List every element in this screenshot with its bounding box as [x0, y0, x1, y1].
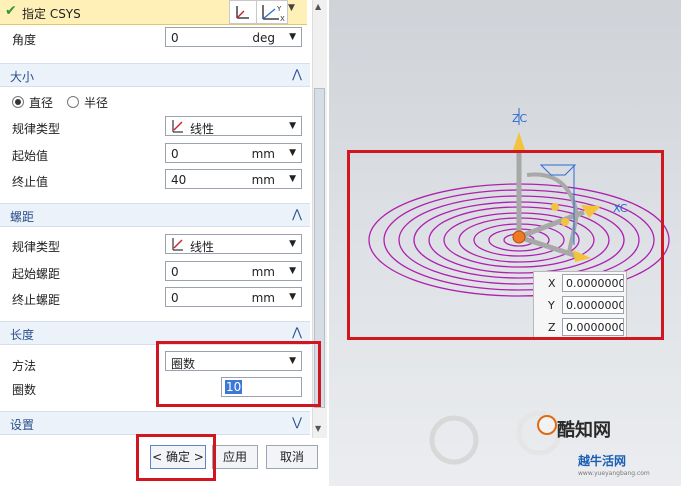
size-law-type-select[interactable]: 线性 ▼ — [165, 116, 302, 136]
svg-text:Y: Y — [276, 5, 282, 13]
watermark-logo — [429, 410, 562, 465]
angle-label: 角度 — [12, 33, 37, 47]
watermark-brand: 酷知网 — [557, 420, 611, 441]
chevron-down-icon: ▼ — [289, 266, 296, 276]
size-law-type-value: 线性 — [190, 122, 215, 136]
inferred-csys-button[interactable]: Y X — [256, 0, 288, 24]
apply-button[interactable]: 应用 — [212, 445, 258, 469]
highlight-ok-box — [136, 434, 216, 481]
pitch-start-label: 起始螺距 — [12, 267, 61, 281]
length-method-label: 方法 — [12, 359, 37, 373]
pitch-law-type-value: 线性 — [190, 240, 215, 254]
radio-diameter[interactable] — [12, 96, 24, 108]
scroll-up-icon[interactable]: ▲ — [315, 2, 321, 11]
size-end-unit: mm — [251, 173, 275, 187]
radio-radius-label: 半径 — [84, 96, 109, 110]
pitch-law-type-select[interactable]: 线性 ▼ — [165, 234, 302, 254]
linear-law-icon — [172, 238, 183, 251]
chevron-down-icon: ▼ — [289, 32, 296, 42]
size-end-value: 40 — [171, 173, 187, 187]
highlight-turns-box — [156, 341, 321, 407]
cancel-button[interactable]: 取消 — [266, 445, 318, 469]
chevron-down-icon: ⋁ — [292, 415, 302, 429]
pitch-start-field[interactable]: 0 mm ▼ — [165, 261, 302, 281]
size-start-value: 0 — [171, 147, 179, 161]
pitch-law-type-label: 规律类型 — [12, 240, 61, 254]
chevron-up-icon: ⋀ — [292, 67, 302, 81]
angle-unit: deg — [252, 31, 275, 45]
section-pitch-title: 螺距 — [10, 210, 35, 224]
csys-dialog-button[interactable] — [229, 0, 257, 24]
chevron-down-icon: ▼ — [289, 292, 296, 302]
helix-dialog: ✔ 指定 CSYS Y X ▼ 角度 0 deg ▼ 大小 ⋀ 直径 半径 规律… — [0, 0, 329, 486]
specify-csys-label: 指定 CSYS — [22, 7, 81, 21]
pitch-end-label: 终止螺距 — [12, 293, 61, 307]
chevron-up-icon: ⋀ — [292, 325, 302, 339]
scroll-down-icon[interactable]: ▼ — [315, 424, 321, 433]
section-settings-title: 设置 — [10, 418, 35, 432]
chevron-down-icon: ▼ — [289, 174, 296, 184]
pitch-start-unit: mm — [251, 265, 275, 279]
check-icon: ✔ — [5, 3, 17, 19]
axis-z-label: ZC — [512, 112, 528, 125]
size-law-type-label: 规律类型 — [12, 122, 61, 136]
highlight-graphics-box — [347, 150, 664, 340]
xy-axes-icon: Y X — [262, 5, 285, 23]
size-start-label: 起始值 — [12, 149, 49, 163]
radio-radius[interactable] — [67, 96, 79, 108]
section-size[interactable]: 大小 ⋀ — [0, 63, 310, 87]
pitch-start-value: 0 — [171, 265, 179, 279]
pitch-end-field[interactable]: 0 mm ▼ — [165, 287, 302, 307]
angle-value: 0 — [171, 31, 179, 45]
specify-csys-row[interactable]: ✔ 指定 CSYS Y X ▼ — [0, 0, 307, 25]
svg-text:X: X — [280, 15, 285, 23]
section-settings[interactable]: 设置 ⋁ — [0, 411, 310, 435]
size-end-label: 终止值 — [12, 175, 49, 189]
chevron-up-icon: ⋀ — [292, 207, 302, 221]
section-length-title: 长度 — [10, 328, 35, 342]
chevron-down-icon: ▼ — [289, 148, 296, 158]
size-start-field[interactable]: 0 mm ▼ — [165, 143, 302, 163]
chevron-down-icon[interactable]: ▼ — [288, 3, 295, 13]
size-end-field[interactable]: 40 mm ▼ — [165, 169, 302, 189]
pitch-end-value: 0 — [171, 291, 179, 305]
chevron-down-icon: ▼ — [289, 121, 296, 131]
watermark-site-name: 越牛活网 — [578, 454, 627, 468]
pitch-end-unit: mm — [251, 291, 275, 305]
csys-icon — [236, 6, 249, 19]
section-pitch[interactable]: 螺距 ⋀ — [0, 203, 310, 227]
size-start-unit: mm — [251, 147, 275, 161]
watermark-url: www.yueyangbang.com — [578, 470, 650, 477]
turns-label: 圈数 — [12, 383, 37, 397]
section-size-title: 大小 — [10, 70, 35, 84]
angle-field[interactable]: 0 deg ▼ — [165, 27, 302, 47]
linear-law-icon — [172, 120, 183, 133]
chevron-down-icon: ▼ — [289, 239, 296, 249]
radio-diameter-label: 直径 — [29, 96, 54, 110]
